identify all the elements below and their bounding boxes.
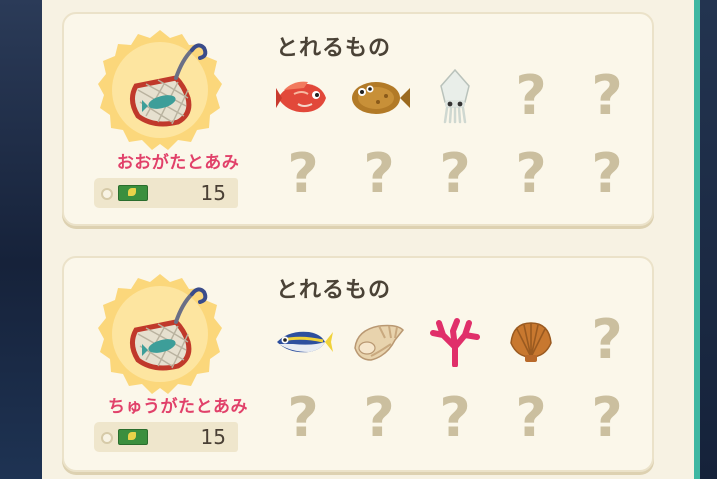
catch-slot-unknown[interactable]: ? — [270, 146, 336, 202]
price-tag: 15 — [94, 178, 238, 208]
scallop-icon — [510, 322, 552, 362]
conch-shell-icon — [354, 324, 405, 361]
catch-slot[interactable] — [422, 314, 488, 370]
catch-slot-unknown[interactable]: ? — [422, 146, 488, 202]
unknown-icon: ? — [591, 142, 623, 205]
unknown-icon: ? — [363, 142, 395, 205]
price-value: 15 — [200, 425, 226, 449]
catch-slot[interactable] — [270, 70, 336, 126]
unknown-icon: ? — [515, 64, 547, 127]
catch-slot-unknown[interactable]: ? — [574, 312, 640, 368]
tag-hole-icon — [101, 432, 113, 444]
unknown-icon: ? — [591, 308, 623, 371]
catch-slot-unknown[interactable]: ? — [574, 68, 640, 124]
unknown-icon: ? — [287, 386, 319, 449]
price-tag: 15 — [94, 422, 238, 452]
tag-hole-icon — [101, 188, 113, 200]
large-net-icon — [98, 28, 222, 152]
net-card-medium[interactable]: ちゅうがたとあみ 15 とれるもの ? ? ? ? ? ? — [62, 256, 654, 472]
price-value: 15 — [200, 181, 226, 205]
unknown-icon: ? — [591, 386, 623, 449]
catch-slot-unknown[interactable]: ? — [498, 390, 564, 446]
unknown-icon: ? — [363, 386, 395, 449]
catch-slot-unknown[interactable]: ? — [574, 390, 640, 446]
flounder-icon — [352, 82, 410, 114]
bell-voucher-icon — [118, 429, 148, 445]
catch-slot-unknown[interactable]: ? — [422, 390, 488, 446]
catch-heading: とれるもの — [276, 278, 392, 303]
catch-slot[interactable] — [422, 68, 488, 124]
catch-slot[interactable] — [346, 70, 412, 126]
catch-heading: とれるもの — [276, 36, 392, 61]
squid-icon — [440, 68, 470, 124]
catch-slot[interactable] — [498, 314, 564, 370]
catch-slot-unknown[interactable]: ? — [498, 146, 564, 202]
item-name: ちゅうがたとあみ — [108, 397, 248, 417]
coral-icon — [430, 318, 480, 367]
catch-slot-unknown[interactable]: ? — [270, 390, 336, 446]
catch-slot-unknown[interactable]: ? — [346, 390, 412, 446]
red-snapper-icon — [276, 81, 326, 113]
catch-slot-unknown[interactable]: ? — [574, 146, 640, 202]
catch-slot-unknown[interactable]: ? — [346, 146, 412, 202]
scrollbar[interactable] — [694, 0, 700, 479]
item-name: おおがたとあみ — [116, 153, 240, 173]
horse-mackerel-icon — [277, 331, 333, 353]
catch-slot[interactable] — [346, 314, 412, 370]
net-card-large[interactable]: おおがたとあみ 15 とれるもの ? ? ? ? ? ? ? — [62, 12, 654, 226]
unknown-icon: ? — [591, 64, 623, 127]
unknown-icon: ? — [439, 386, 471, 449]
catch-slot-unknown[interactable]: ? — [498, 68, 564, 124]
unknown-icon: ? — [439, 142, 471, 205]
unknown-icon: ? — [515, 386, 547, 449]
medium-net-icon — [98, 272, 222, 396]
bell-voucher-icon — [118, 185, 148, 201]
catch-slot[interactable] — [270, 314, 336, 370]
unknown-icon: ? — [515, 142, 547, 205]
unknown-icon: ? — [287, 142, 319, 205]
